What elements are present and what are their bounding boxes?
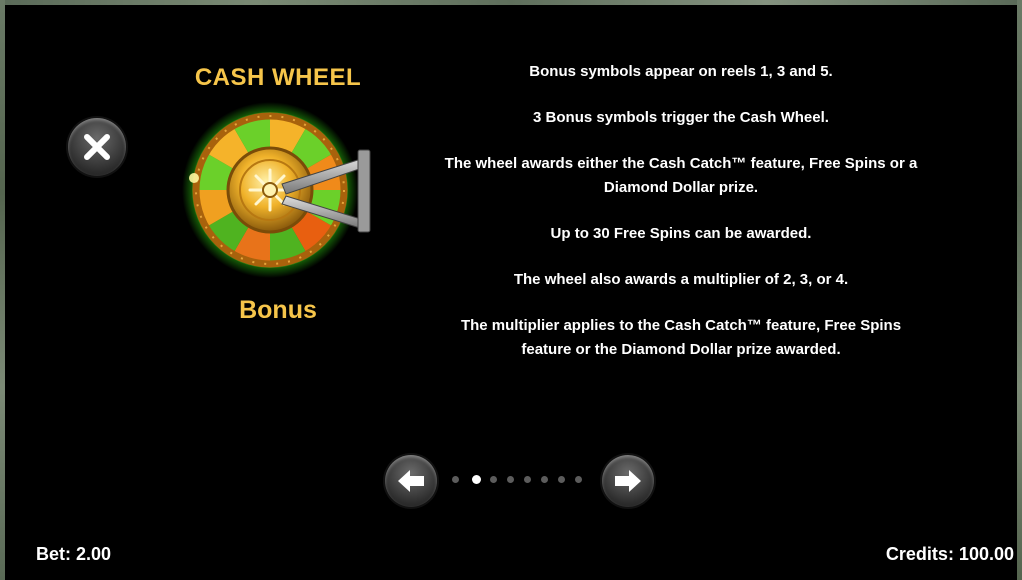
page-dot[interactable] (575, 476, 582, 483)
credits-display: Credits: 100.00 (885, 544, 1014, 564)
cash-wheel-vault-icon (182, 102, 371, 278)
close-button[interactable] (68, 118, 126, 176)
page-dot[interactable] (490, 476, 497, 483)
page-dot[interactable] (524, 476, 531, 483)
page-dot[interactable] (507, 476, 514, 483)
description-line: Bonus symbols appear on reels 1, 3 and 5… (529, 63, 833, 80)
previous-page-button[interactable] (385, 455, 437, 507)
description-line: The wheel awards either the Cash Catch™ … (444, 155, 918, 196)
symbol-name: Bonus (239, 296, 317, 324)
close-icon (84, 134, 110, 160)
top-border (0, 0, 1022, 5)
bet-display: Bet: 2.00 (36, 544, 112, 564)
right-border (1017, 0, 1022, 580)
description-line: The multiplier applies to the Cash Catch… (460, 317, 902, 358)
description-line: Up to 30 Free Spins can be awarded. (550, 225, 812, 242)
left-border (0, 0, 5, 580)
arrow-left-icon (398, 470, 424, 492)
feature-description: Bonus symbols appear on reels 1, 3 and 5… (440, 60, 922, 384)
next-page-button[interactable] (602, 455, 654, 507)
page-dot-active[interactable] (472, 475, 481, 484)
page-dot[interactable] (452, 476, 459, 483)
symbol-title: CASH WHEEL (194, 64, 362, 91)
page-dot[interactable] (558, 476, 565, 483)
description-line: 3 Bonus symbols trigger the Cash Wheel. (533, 109, 829, 126)
page-dot[interactable] (541, 476, 548, 483)
description-line: The wheel also awards a multiplier of 2,… (513, 271, 849, 288)
arrow-right-icon (615, 470, 641, 492)
